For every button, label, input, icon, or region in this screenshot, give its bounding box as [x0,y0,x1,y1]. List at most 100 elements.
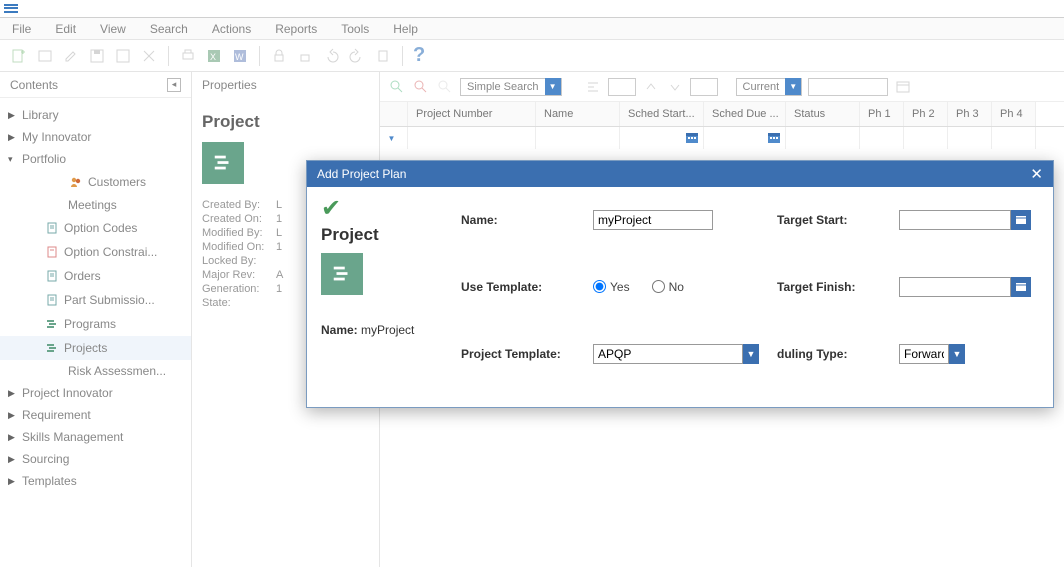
save-icon[interactable] [88,47,106,65]
print-icon[interactable] [179,47,197,65]
use-template-no[interactable]: No [652,280,684,294]
column-ph-1[interactable]: Ph 1 [860,102,904,126]
clipboard-icon[interactable] [374,47,392,65]
tree-item-requirement[interactable]: ▶Requirement [0,404,191,426]
size-input[interactable] [690,78,718,96]
tree-item-orders[interactable]: Orders [0,264,191,288]
doc-icon [44,268,60,284]
tree-item-skills-management[interactable]: ▶Skills Management [0,426,191,448]
tree-item-library[interactable]: ▶Library [0,104,191,126]
tree-item-meetings[interactable]: Meetings [0,194,191,216]
name-label: Name: [461,213,581,227]
properties-title: Project [202,112,369,132]
calendar-icon[interactable] [1011,277,1031,297]
filter-input[interactable] [808,78,888,96]
contents-title: Contents [10,78,58,92]
tree-item-programs[interactable]: Programs [0,312,191,336]
tree-item-risk-assessmen-[interactable]: Risk Assessmen... [0,360,191,382]
tab-icon[interactable] [36,47,54,65]
new-icon[interactable] [10,47,28,65]
filter-cell[interactable] [860,127,904,149]
scheduling-type-select[interactable] [899,344,949,364]
edit-icon[interactable] [62,47,80,65]
excel-icon[interactable]: X [205,47,223,65]
tree-item-my-innovator[interactable]: ▶My Innovator [0,126,191,148]
search-clear-icon[interactable] [412,78,430,96]
calendar-icon[interactable] [1011,210,1031,230]
lock-icon[interactable] [270,47,288,65]
column-status[interactable]: Status [786,102,860,126]
simple-search-dropdown[interactable]: Simple Search▼ [460,78,562,96]
menu-tools[interactable]: Tools [341,22,369,36]
tree-item-portfolio[interactable]: ▾Portfolio [0,148,191,170]
target-finish-input[interactable] [899,277,1011,297]
sort-desc-icon[interactable] [666,78,684,96]
search-run-icon[interactable] [388,78,406,96]
chevron-down-icon[interactable]: ▼ [785,78,801,95]
filter-cell[interactable] [536,127,620,149]
menu-edit[interactable]: Edit [55,22,76,36]
filter-cell[interactable] [904,127,948,149]
filter-cell[interactable]: ▼ [380,127,408,149]
tree-item-part-submissio-[interactable]: Part Submissio... [0,288,191,312]
column-ph-2[interactable]: Ph 2 [904,102,948,126]
save-as-icon[interactable] [114,47,132,65]
column-selector[interactable] [380,102,408,126]
tree-item-templates[interactable]: ▶Templates [0,470,191,492]
filter-cell[interactable] [620,127,704,149]
filter-cell[interactable] [948,127,992,149]
chevron-down-icon[interactable]: ▼ [545,78,561,95]
tree-label: Project Innovator [22,386,183,400]
filter-cell[interactable] [704,127,786,149]
filter-cell[interactable] [408,127,536,149]
tree-item-sourcing[interactable]: ▶Sourcing [0,448,191,470]
chevron-down-icon[interactable]: ▼ [949,344,965,364]
doc2-icon [44,244,60,260]
column-project-number[interactable]: Project Number [408,102,536,126]
menu-search[interactable]: Search [150,22,188,36]
chevron-down-icon[interactable]: ▼ [743,344,759,364]
column-ph-3[interactable]: Ph 3 [948,102,992,126]
menu-view[interactable]: View [100,22,126,36]
hamburger-icon[interactable] [4,2,18,16]
filter-cell[interactable] [992,127,1036,149]
tree-item-option-codes[interactable]: Option Codes [0,216,191,240]
use-template-yes[interactable]: Yes [593,280,630,294]
menu-help[interactable]: Help [393,22,418,36]
menubar: File Edit View Search Actions Reports To… [0,18,1064,40]
tree-label: Option Constrai... [64,245,183,259]
project-template-select[interactable] [593,344,743,364]
filter-cell[interactable] [786,127,860,149]
redo-icon[interactable] [348,47,366,65]
menu-actions[interactable]: Actions [212,22,251,36]
sort-asc-icon[interactable] [642,78,660,96]
unlock-icon[interactable] [296,47,314,65]
close-icon[interactable]: ✕ [1030,165,1043,183]
column-sched-due-[interactable]: Sched Due ... [704,102,786,126]
indent-left-icon[interactable] [584,78,602,96]
tree-item-project-innovator[interactable]: ▶Project Innovator [0,382,191,404]
menu-reports[interactable]: Reports [275,22,317,36]
tree-label: Orders [64,269,183,283]
collapse-contents-button[interactable]: ◂ [167,78,181,92]
tree-item-customers[interactable]: Customers [0,170,191,194]
current-dropdown[interactable]: Current▼ [736,78,803,96]
tree-label: Library [22,108,183,122]
target-start-input[interactable] [899,210,1011,230]
contents-pane: Contents ◂ ▶Library▶My Innovator▾Portfol… [0,72,192,567]
undo-icon[interactable] [322,47,340,65]
word-icon[interactable]: W [231,47,249,65]
tree-item-option-constrai-[interactable]: Option Constrai... [0,240,191,264]
delete-icon[interactable] [140,47,158,65]
tree-item-projects[interactable]: Projects [0,336,191,360]
column-ph-4[interactable]: Ph 4 [992,102,1036,126]
column-sched-start-[interactable]: Sched Start... [620,102,704,126]
doc-icon [44,220,60,236]
menu-file[interactable]: File [12,22,31,36]
page-input[interactable] [608,78,636,96]
tree-label: Option Codes [64,221,183,235]
column-name[interactable]: Name [536,102,620,126]
help-icon[interactable]: ? [413,44,425,67]
calendar-icon[interactable] [894,78,912,96]
name-input[interactable] [593,210,713,230]
